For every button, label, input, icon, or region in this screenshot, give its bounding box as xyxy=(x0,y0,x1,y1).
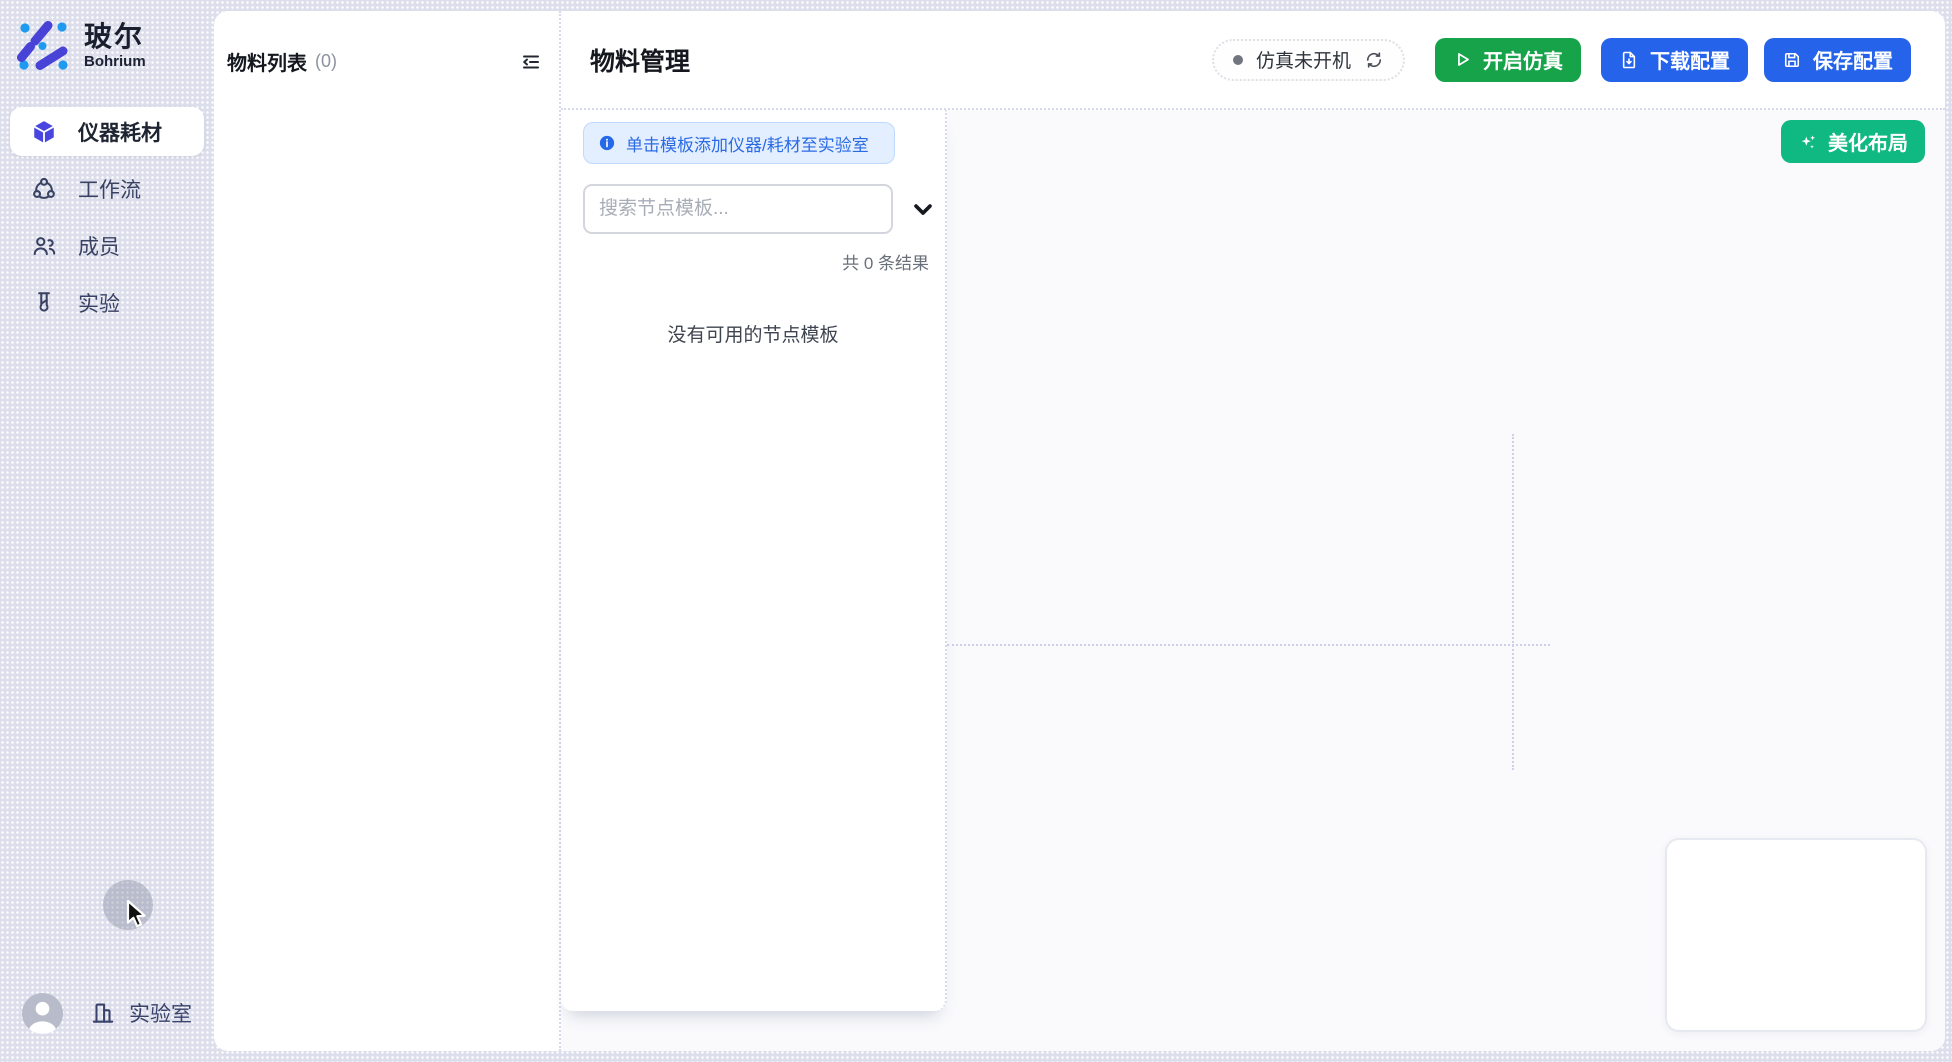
hint-banner: 单击模板添加仪器/耗材至实验室 xyxy=(583,122,895,164)
main-section: 物料管理 仿真未开机 xyxy=(561,11,1945,1051)
file-download-icon xyxy=(1619,50,1639,70)
avatar[interactable] xyxy=(22,993,63,1034)
save-config-button[interactable]: 保存配置 xyxy=(1764,38,1911,82)
sidebar-item-label: 仪器耗材 xyxy=(78,117,162,147)
download-config-label: 下载配置 xyxy=(1650,45,1730,74)
brand-text: 玻尔 Bohrium xyxy=(84,22,146,70)
node-template-palette: 单击模板添加仪器/耗材至实验室 共 0 条结果 没有可用的节点模板 xyxy=(561,110,947,1011)
bohrium-logo-icon xyxy=(17,20,69,72)
sidebar-item-label: 成员 xyxy=(78,231,120,261)
material-list-panel: 物料列表 (0) xyxy=(214,11,561,1051)
sidebar-item-label: 实验 xyxy=(78,288,120,318)
sidebar-item-members[interactable]: 成员 xyxy=(10,221,204,270)
sidebar-footer: 实验室 xyxy=(0,991,214,1035)
info-icon xyxy=(598,134,616,152)
material-list-title: 物料列表 xyxy=(227,47,307,76)
status-dot-icon xyxy=(1233,55,1243,65)
refresh-icon[interactable] xyxy=(1364,50,1384,70)
brand-name-zh: 玻尔 xyxy=(84,22,146,51)
sidebar-item-label: 工作流 xyxy=(78,174,141,204)
canvas-guide-horizontal xyxy=(947,644,1550,646)
brand-name-en: Bohrium xyxy=(84,53,146,70)
canvas-guide-vertical xyxy=(1512,434,1514,770)
page-title: 物料管理 xyxy=(590,42,690,78)
material-list-count: (0) xyxy=(315,51,337,72)
sidebar-item-experiments[interactable]: 实验 xyxy=(10,278,204,327)
save-config-label: 保存配置 xyxy=(1813,45,1893,74)
sidebar-item-workflow[interactable]: 工作流 xyxy=(10,164,204,213)
collapse-panel-icon[interactable] xyxy=(519,50,543,74)
sidebar-item-lab[interactable]: 实验室 xyxy=(90,998,192,1028)
experiment-icon xyxy=(31,290,57,316)
members-icon xyxy=(31,233,57,259)
search-input[interactable] xyxy=(583,184,893,234)
lab-label: 实验室 xyxy=(129,998,192,1028)
sidebar-item-instruments[interactable]: 仪器耗材 xyxy=(10,107,204,156)
page-header: 物料管理 仿真未开机 xyxy=(561,11,1945,110)
empty-state-text: 没有可用的节点模板 xyxy=(561,320,945,347)
save-icon xyxy=(1782,50,1802,70)
chevron-down-icon[interactable] xyxy=(909,195,937,223)
cube-icon xyxy=(31,119,57,145)
mouse-cursor xyxy=(126,899,152,929)
download-config-button[interactable]: 下载配置 xyxy=(1601,38,1748,82)
status-label: 仿真未开机 xyxy=(1256,46,1351,73)
start-simulation-button[interactable]: 开启仿真 xyxy=(1435,38,1581,82)
beautify-layout-button[interactable]: 美化布局 xyxy=(1781,120,1925,163)
hint-text: 单击模板添加仪器/耗材至实验室 xyxy=(626,131,869,156)
sidebar: 玻尔 Bohrium 仪器耗材 xyxy=(0,0,214,1062)
brand[interactable]: 玻尔 Bohrium xyxy=(0,0,214,72)
user-icon xyxy=(22,993,63,1034)
beautify-layout-label: 美化布局 xyxy=(1828,127,1908,156)
material-list-header: 物料列表 (0) xyxy=(214,11,559,76)
sparkles-icon xyxy=(1798,132,1818,152)
sidebar-nav: 仪器耗材 工作流 xyxy=(0,107,214,327)
main-container: 物料列表 (0) 物料管理 仿真未 xyxy=(214,11,1945,1051)
start-simulation-label: 开启仿真 xyxy=(1483,45,1563,74)
simulation-status[interactable]: 仿真未开机 xyxy=(1212,39,1405,81)
workflow-icon xyxy=(31,176,57,202)
result-count: 共 0 条结果 xyxy=(561,249,929,274)
header-actions: 仿真未开机 开启仿真 xyxy=(1212,38,1911,82)
play-icon xyxy=(1453,50,1472,69)
canvas[interactable]: 单击模板添加仪器/耗材至实验室 共 0 条结果 没有可用的节点模板 xyxy=(561,110,1945,1051)
minimap[interactable] xyxy=(1665,838,1927,1032)
building-icon xyxy=(90,1000,116,1026)
search-row xyxy=(583,184,945,234)
